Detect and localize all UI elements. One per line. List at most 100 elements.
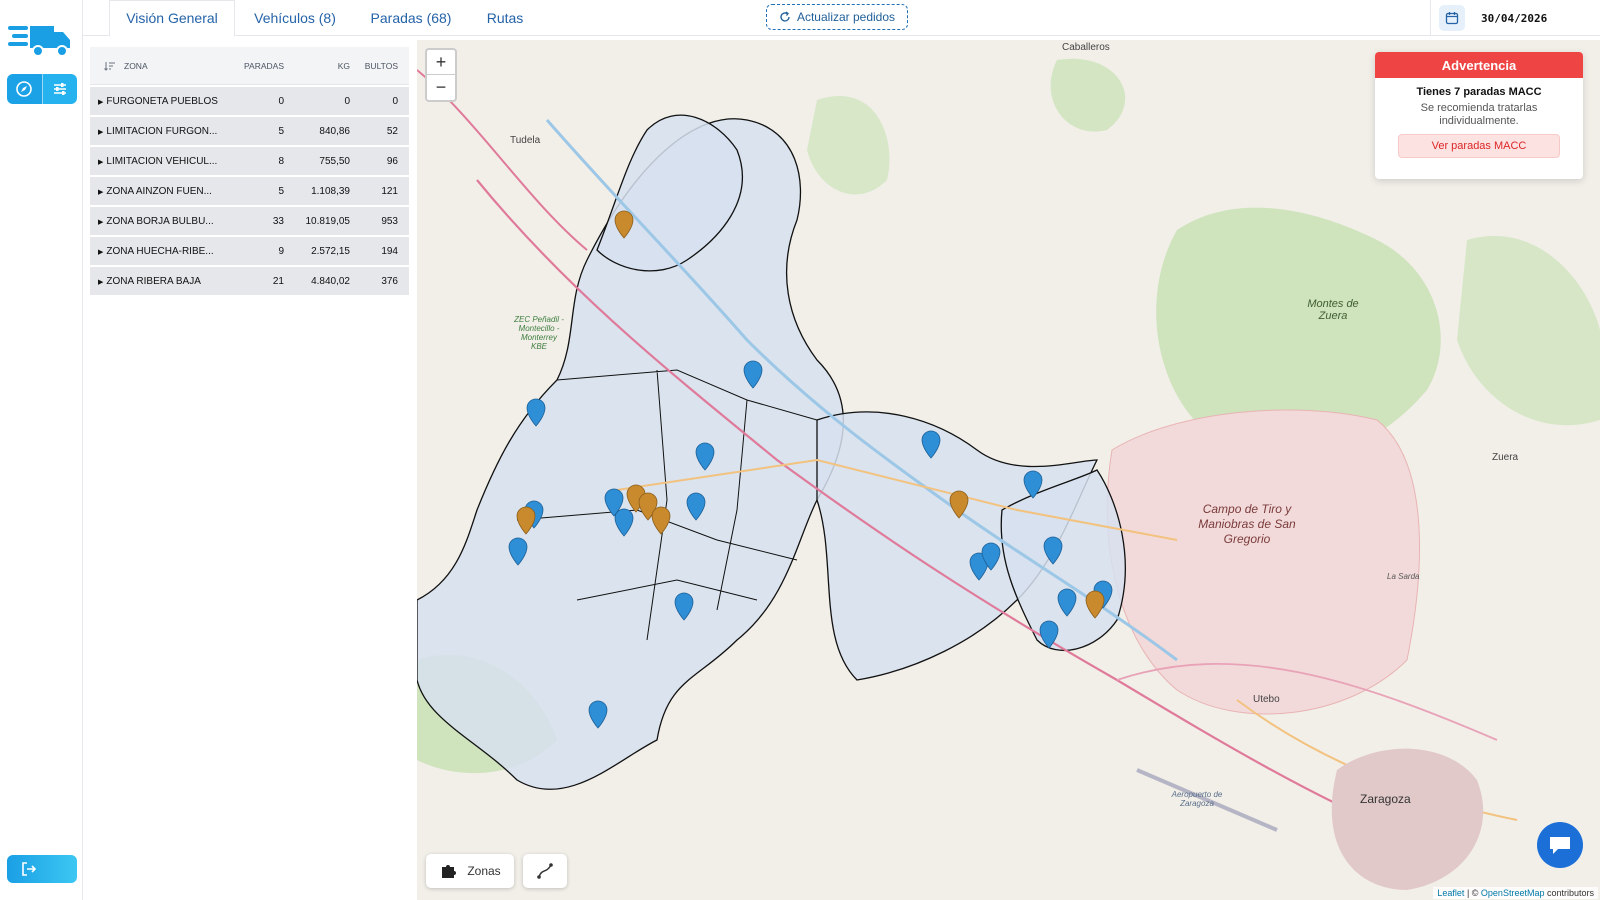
- refresh-icon: [780, 11, 790, 22]
- stop-marker-macc: [614, 210, 634, 239]
- zone-row[interactable]: ▶ LIMITACION VEHICUL... 8 755,50 96: [90, 147, 409, 175]
- calendar-icon[interactable]: [1439, 5, 1465, 31]
- place-label: Caballeros: [1062, 42, 1110, 53]
- delivery-truck-logo[interactable]: [8, 20, 72, 60]
- stop-marker: [526, 398, 546, 427]
- stop-marker: [1023, 470, 1043, 499]
- stop-marker: [1039, 620, 1059, 649]
- puzzle-icon: [442, 865, 457, 878]
- stop-marker: [921, 430, 941, 459]
- zones-panel: ZONA PARADAS KG BULTOS ▶ FURGONETA PUEBLO…: [90, 47, 409, 897]
- zone-row[interactable]: ▶ LIMITACION FURGON... 5 840,86 52: [90, 117, 409, 145]
- view-switcher: [7, 74, 77, 104]
- selected-date: 30/04/2026: [1481, 11, 1548, 25]
- stop-marker: [1043, 536, 1063, 565]
- zone-kg: 2.572,15: [311, 245, 350, 257]
- place-label: La Sarda: [1387, 572, 1420, 581]
- left-rail: [0, 0, 83, 900]
- compass-icon: [16, 81, 33, 97]
- zones-toggle-label: Zonas: [467, 864, 501, 878]
- warning-text: Se recomienda tratarlas individualmente.: [1420, 102, 1538, 127]
- zone-paradas: 9: [278, 245, 284, 257]
- refresh-label: Actualizar pedidos: [796, 10, 896, 24]
- stop-marker-macc: [651, 506, 671, 535]
- zoom-in-button[interactable]: +: [427, 50, 455, 75]
- zone-name: ZONA BORJA BULBU...: [106, 215, 214, 227]
- map-attribution: Leaflet | © OpenStreetMap contributors: [1433, 887, 1598, 899]
- expand-caret-icon[interactable]: ▶: [98, 159, 103, 166]
- view-macc-stops-button[interactable]: Ver paradas MACC: [1398, 134, 1560, 158]
- tab-vehiculos[interactable]: Vehículos (8): [243, 0, 347, 36]
- zone-paradas: 0: [278, 95, 284, 107]
- zone-paradas: 5: [278, 185, 284, 197]
- place-label: Tudela: [510, 135, 541, 146]
- stop-marker: [674, 592, 694, 621]
- tab-rutas[interactable]: Rutas: [473, 0, 537, 36]
- refresh-orders-button[interactable]: Actualizar pedidos: [766, 4, 908, 30]
- stop-marker: [686, 492, 706, 521]
- logout-button[interactable]: [7, 855, 77, 883]
- place-label: Aeropuerto de Zaragoza: [1171, 790, 1223, 808]
- place-label: Utebo: [1253, 694, 1280, 705]
- leaflet-link[interactable]: Leaflet: [1437, 888, 1464, 898]
- paradas-column-header[interactable]: PARADAS: [224, 61, 284, 71]
- zone-name: LIMITACION VEHICUL...: [106, 155, 218, 167]
- sliders-icon: [53, 83, 66, 95]
- kg-column-header[interactable]: KG: [284, 61, 350, 71]
- tab-paradas[interactable]: Paradas (68): [359, 0, 463, 36]
- zona-column-header[interactable]: ZONA: [90, 61, 224, 71]
- zone-row[interactable]: ▶ ZONA BORJA BULBU... 33 10.819,05 953: [90, 207, 409, 235]
- tab-vision-general[interactable]: Visión General: [109, 0, 235, 37]
- logout-icon: [22, 862, 37, 876]
- zone-paradas: 21: [272, 275, 284, 287]
- expand-caret-icon[interactable]: ▶: [98, 189, 103, 196]
- sort-icon: [104, 61, 115, 71]
- stop-marker-macc: [949, 490, 969, 519]
- filters-button[interactable]: [42, 74, 77, 104]
- place-label: ZEC Peñadil - Montecillo - Monterrey KBE: [514, 315, 564, 351]
- stop-marker-macc: [516, 506, 536, 535]
- date-picker[interactable]: 30/04/2026: [1430, 0, 1600, 36]
- zoom-out-button[interactable]: −: [427, 75, 455, 100]
- place-label: Zuera: [1492, 452, 1519, 463]
- bultos-column-header[interactable]: BULTOS: [350, 61, 406, 71]
- zone-row[interactable]: ▶ ZONA AINZON FUEN... 5 1.108,39 121: [90, 177, 409, 205]
- zone-bultos: 96: [386, 155, 398, 167]
- zones-table-header: ZONA PARADAS KG BULTOS: [90, 47, 409, 85]
- compass-button[interactable]: [7, 74, 43, 104]
- warning-header: Advertencia: [1375, 52, 1583, 78]
- expand-caret-icon[interactable]: ▶: [98, 279, 103, 286]
- stop-marker: [614, 508, 634, 537]
- zone-row[interactable]: ▶ ZONA RIBERA BAJA 21 4.840,02 376: [90, 267, 409, 295]
- zone-row[interactable]: ▶ ZONA HUECHA-RIBE... 9 2.572,15 194: [90, 237, 409, 265]
- zone-kg: 0: [344, 95, 350, 107]
- place-label: Campo de Tiro y Maniobras de San Gregori…: [1198, 502, 1296, 546]
- attribution-separator: | ©: [1464, 888, 1481, 898]
- expand-caret-icon[interactable]: ▶: [98, 219, 103, 226]
- zone-paradas: 33: [272, 215, 284, 227]
- zone-kg: 10.819,05: [305, 215, 351, 227]
- expand-caret-icon[interactable]: ▶: [98, 99, 103, 106]
- stop-marker-macc: [1085, 590, 1105, 619]
- chat-button[interactable]: [1537, 822, 1583, 868]
- zone-bultos: 194: [381, 245, 398, 257]
- zone-kg: 840,86: [319, 125, 350, 137]
- place-label: Zaragoza: [1360, 792, 1411, 806]
- stop-marker: [1057, 588, 1077, 617]
- map-view[interactable]: Tudela Caballeros Montes de Zuera Campo …: [417, 40, 1600, 900]
- zone-name: ZONA HUECHA-RIBE...: [106, 245, 214, 257]
- warning-title: Tienes 7 paradas MACC: [1416, 86, 1542, 98]
- macc-warning-card: Advertencia Tienes 7 paradas MACC Se rec…: [1375, 52, 1583, 179]
- zone-bultos: 121: [381, 185, 398, 197]
- routes-toggle-button[interactable]: [523, 854, 567, 888]
- zone-name: ZONA AINZON FUEN...: [106, 185, 212, 197]
- zone-row[interactable]: ▶ FURGONETA PUEBLOS 0 0 0: [90, 87, 409, 115]
- zone-paradas: 8: [278, 155, 284, 167]
- expand-caret-icon[interactable]: ▶: [98, 249, 103, 256]
- zones-toggle-button[interactable]: Zonas: [426, 854, 514, 888]
- expand-caret-icon[interactable]: ▶: [98, 129, 103, 136]
- chat-icon: [1550, 837, 1570, 854]
- attribution-tail: contributors: [1544, 888, 1594, 898]
- osm-link[interactable]: OpenStreetMap: [1481, 888, 1545, 898]
- zone-paradas: 5: [278, 125, 284, 137]
